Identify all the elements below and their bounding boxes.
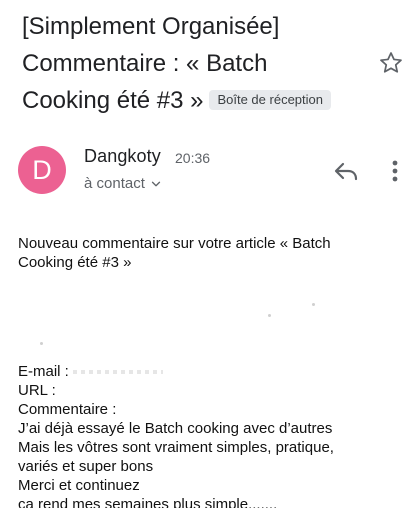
more-vertical-icon[interactable] bbox=[385, 157, 405, 185]
email-field-row: E-mail : bbox=[18, 362, 398, 381]
comment-line-5: ça rend mes semaines plus simple....... bbox=[18, 496, 278, 508]
redacted-email bbox=[72, 370, 163, 375]
message-body: Nouveau commentaire sur votre article « … bbox=[18, 234, 398, 508]
comment-line-4: Merci et continuez bbox=[18, 477, 140, 494]
inbox-label-chip[interactable]: Boîte de réception bbox=[209, 90, 331, 110]
redaction-speck bbox=[312, 303, 315, 306]
redaction-speck bbox=[40, 342, 43, 345]
intro-line-2: Cooking été #3 » bbox=[18, 254, 132, 271]
recipient-details-toggle[interactable]: à contact bbox=[84, 175, 163, 192]
reply-icon[interactable] bbox=[333, 160, 359, 182]
redacted-area bbox=[18, 272, 398, 362]
comment-line-3: variés et super bons bbox=[18, 458, 154, 475]
comment-line-2: Mais les vôtres sont vraiment simples, p… bbox=[18, 439, 334, 456]
subject-line-2: Commentaire : « Batch bbox=[22, 50, 268, 77]
chevron-down-icon bbox=[151, 181, 161, 186]
url-label: URL : bbox=[18, 382, 56, 399]
subject-line-3: Cooking été #3 » Boîte de réception bbox=[22, 82, 372, 119]
sender-avatar[interactable]: D bbox=[18, 146, 66, 194]
email-view: [Simplement Organisée] Commentaire : « B… bbox=[0, 0, 408, 508]
comment-line-1: J’ai déjà essayé le Batch cooking avec d… bbox=[18, 420, 333, 437]
redaction-speck bbox=[268, 314, 271, 317]
subject-line-3-text: Cooking été #3 » bbox=[22, 87, 204, 114]
message-time: 20:36 bbox=[175, 150, 211, 166]
subject-line-1: [Simplement Organisée] bbox=[22, 13, 280, 40]
sender-name[interactable]: Dangkoty bbox=[84, 146, 161, 167]
recipient-text: à contact bbox=[84, 175, 145, 192]
star-icon[interactable] bbox=[378, 50, 404, 76]
comment-label: Commentaire : bbox=[18, 401, 117, 418]
intro-line-1: Nouveau commentaire sur votre article « … bbox=[18, 235, 331, 252]
email-label: E-mail : bbox=[18, 363, 69, 380]
email-subject: [Simplement Organisée] Commentaire : « B… bbox=[22, 8, 372, 119]
